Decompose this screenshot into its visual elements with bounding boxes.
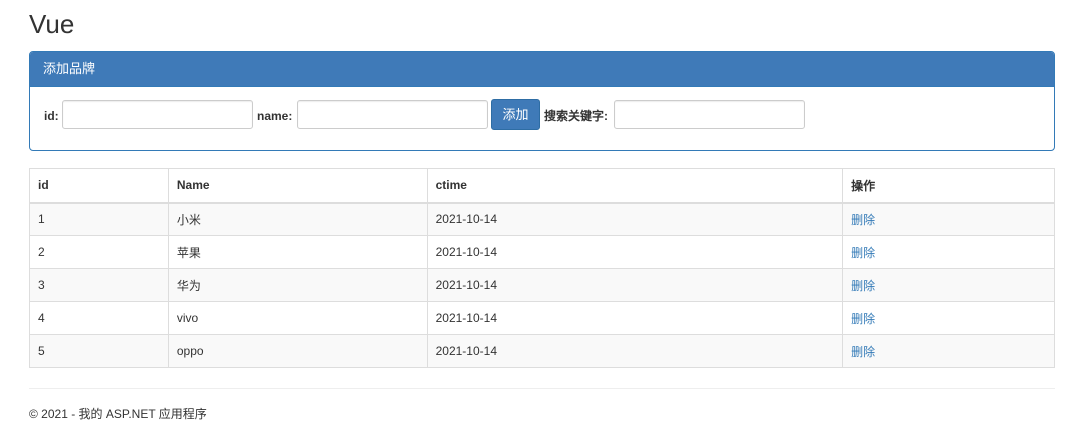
footer-text: © 2021 - 我的 ASP.NET 应用程序 <box>29 407 207 421</box>
header-operation: 操作 <box>842 168 1055 204</box>
add-button[interactable]: 添加 <box>491 99 540 130</box>
cell-ctime: 2021-10-14 <box>426 301 844 335</box>
id-input[interactable] <box>62 100 253 129</box>
cell-id: 3 <box>29 268 169 302</box>
cell-name: 苹果 <box>167 235 428 269</box>
table-row: 3 华为 2021-10-14 删除 <box>29 268 1055 302</box>
table-row: 4 vivo 2021-10-14 删除 <box>29 301 1055 335</box>
panel-body: id: name: 添加 搜索关键字: <box>30 87 1054 150</box>
name-label: name: <box>257 109 293 123</box>
table-row: 1 小米 2021-10-14 删除 <box>29 202 1055 236</box>
cell-ctime: 2021-10-14 <box>426 268 844 302</box>
delete-link[interactable]: 删除 <box>851 213 875 227</box>
cell-id: 2 <box>29 235 169 269</box>
search-input[interactable] <box>614 100 805 129</box>
delete-link[interactable]: 删除 <box>851 279 875 293</box>
cell-name: 华为 <box>167 268 428 302</box>
add-brand-panel: 添加品牌 id: name: 添加 搜索关键字: <box>29 51 1055 151</box>
delete-link[interactable]: 删除 <box>851 312 875 326</box>
delete-link[interactable]: 删除 <box>851 345 875 359</box>
cell-name: 小米 <box>167 202 428 236</box>
page-title: Vue <box>29 9 75 39</box>
name-input[interactable] <box>297 100 488 129</box>
cell-operation: 删除 <box>842 235 1055 269</box>
cell-operation: 删除 <box>842 268 1055 302</box>
cell-ctime: 2021-10-14 <box>426 202 844 236</box>
brand-table: id Name ctime 操作 1 小米 2021-10-14 删除 2 苹果… <box>29 168 1055 368</box>
id-label: id: <box>44 109 59 123</box>
cell-ctime: 2021-10-14 <box>426 235 844 269</box>
search-label: 搜索关键字: <box>544 109 608 123</box>
cell-name: vivo <box>167 301 428 335</box>
cell-operation: 删除 <box>842 301 1055 335</box>
cell-ctime: 2021-10-14 <box>426 334 844 368</box>
footer-divider <box>29 388 1055 389</box>
cell-operation: 删除 <box>842 334 1055 368</box>
panel-heading: 添加品牌 <box>30 52 1054 87</box>
cell-name: oppo <box>167 334 428 368</box>
header-ctime: ctime <box>426 168 844 204</box>
cell-id: 4 <box>29 301 169 335</box>
header-name: Name <box>167 168 428 204</box>
cell-operation: 删除 <box>842 202 1055 236</box>
table-row: 5 oppo 2021-10-14 删除 <box>29 334 1055 368</box>
table-row: 2 苹果 2021-10-14 删除 <box>29 235 1055 269</box>
cell-id: 1 <box>29 202 169 236</box>
header-id: id <box>29 168 169 204</box>
cell-id: 5 <box>29 334 169 368</box>
delete-link[interactable]: 删除 <box>851 246 875 260</box>
table-header-row: id Name ctime 操作 <box>29 168 1055 204</box>
